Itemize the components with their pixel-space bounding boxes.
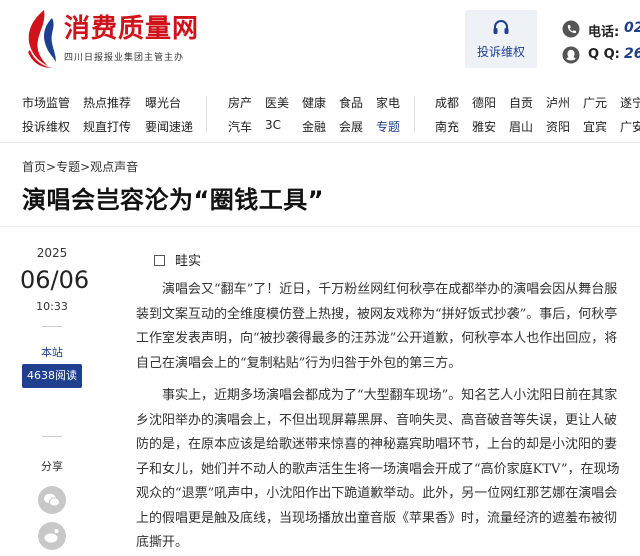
article-author: 畦实 [154, 250, 201, 269]
breadcrumb: 首页>专题>观点声音 [22, 158, 138, 175]
complaint-button-label: 投诉维权 [476, 45, 525, 59]
nav-item[interactable]: 家电 [376, 94, 400, 111]
nav-item-active[interactable]: 专题 [376, 118, 400, 135]
nav-item[interactable]: 资阳 [546, 118, 570, 135]
share-label: 分享 [41, 460, 63, 473]
phone-label: 电话: [588, 25, 620, 40]
qq-label: Q Q: [588, 47, 620, 62]
wechat-share-icon[interactable] [38, 486, 66, 514]
nav-divider [414, 96, 415, 132]
nav-item[interactable]: 食品 [339, 94, 363, 111]
site-header: 消费质量网 四川日报报业集团主管主办 投诉维权 电话: 02 Q Q: 26 [0, 0, 640, 80]
nav-item[interactable]: 南充 [435, 118, 459, 135]
nav-item[interactable]: 金融 [302, 118, 326, 135]
meta-divider [42, 436, 62, 437]
phone-value: 02 [624, 20, 640, 36]
article-paragraph: 演唱会又“翻车”了！近日，千万粉丝网红何秋亭在成都举办的演唱会因从舞台服装到文案… [136, 282, 618, 371]
nav-item[interactable]: 泸州 [546, 94, 570, 111]
nav-item[interactable]: 会展 [339, 118, 363, 135]
brand-title[interactable]: 消费质量网 [64, 14, 199, 44]
breadcrumb-separator: > [80, 160, 91, 174]
page-title: 演唱会岂容沦为“圈钱工具” [22, 186, 325, 214]
nav-item[interactable]: 投诉维权 [22, 118, 70, 135]
nav-item[interactable]: 房产 [228, 94, 252, 111]
nav-item[interactable]: 雅安 [472, 118, 496, 135]
headset-icon [493, 20, 509, 34]
breadcrumb-home[interactable]: 首页 [22, 160, 46, 174]
nav-item[interactable]: 自贡 [509, 94, 533, 111]
nav-divider [206, 96, 207, 132]
main-nav: 市场监管 热点推荐 曝光台 投诉维权 规直打传 要闻速递 房产 医美 健康 食品… [0, 86, 640, 143]
nav-item[interactable]: 热点推荐 [83, 94, 131, 111]
nav-item[interactable]: 规直打传 [83, 118, 131, 135]
nav-item[interactable]: 健康 [302, 94, 326, 111]
weibo-share-icon[interactable] [38, 522, 66, 550]
nav-item[interactable]: 广安 [620, 118, 640, 135]
nav-item[interactable]: 要闻速递 [145, 118, 193, 135]
phone-icon [562, 20, 580, 38]
brand-subtitle: 四川日报报业集团主管主办 [64, 53, 185, 63]
publish-date: 06/06 [20, 266, 90, 294]
publish-year: 2025 [36, 246, 68, 260]
qq-value: 26 [624, 46, 640, 62]
breadcrumb-current[interactable]: 观点声音 [90, 160, 138, 174]
nav-item[interactable]: 曝光台 [145, 94, 181, 111]
nav-item[interactable]: 遂宁 [620, 94, 640, 111]
site-logo-icon[interactable] [22, 8, 58, 70]
nav-item[interactable]: 德阳 [472, 94, 496, 111]
nav-item[interactable]: 3C [265, 118, 281, 132]
nav-item[interactable]: 宜宾 [583, 118, 607, 135]
nav-item[interactable]: 成都 [435, 94, 459, 111]
nav-item[interactable]: 广元 [583, 94, 607, 111]
nav-item[interactable]: 眉山 [509, 118, 533, 135]
qq-icon [562, 46, 580, 64]
complaint-button[interactable]: 投诉维权 [465, 10, 537, 68]
read-count-badge: 4638阅读 [22, 364, 82, 388]
breadcrumb-section[interactable]: 专题 [56, 160, 80, 174]
breadcrumb-separator: > [46, 160, 57, 174]
author-name: 畦实 [175, 254, 202, 269]
meta-divider [42, 326, 62, 327]
author-checkbox-icon [154, 255, 165, 266]
publish-time: 10:33 [36, 300, 68, 313]
article-source: 本站 [41, 346, 63, 359]
title-divider [0, 226, 640, 227]
nav-item[interactable]: 市场监管 [22, 94, 70, 111]
nav-item[interactable]: 医美 [265, 94, 289, 111]
nav-item[interactable]: 汽车 [228, 118, 252, 135]
